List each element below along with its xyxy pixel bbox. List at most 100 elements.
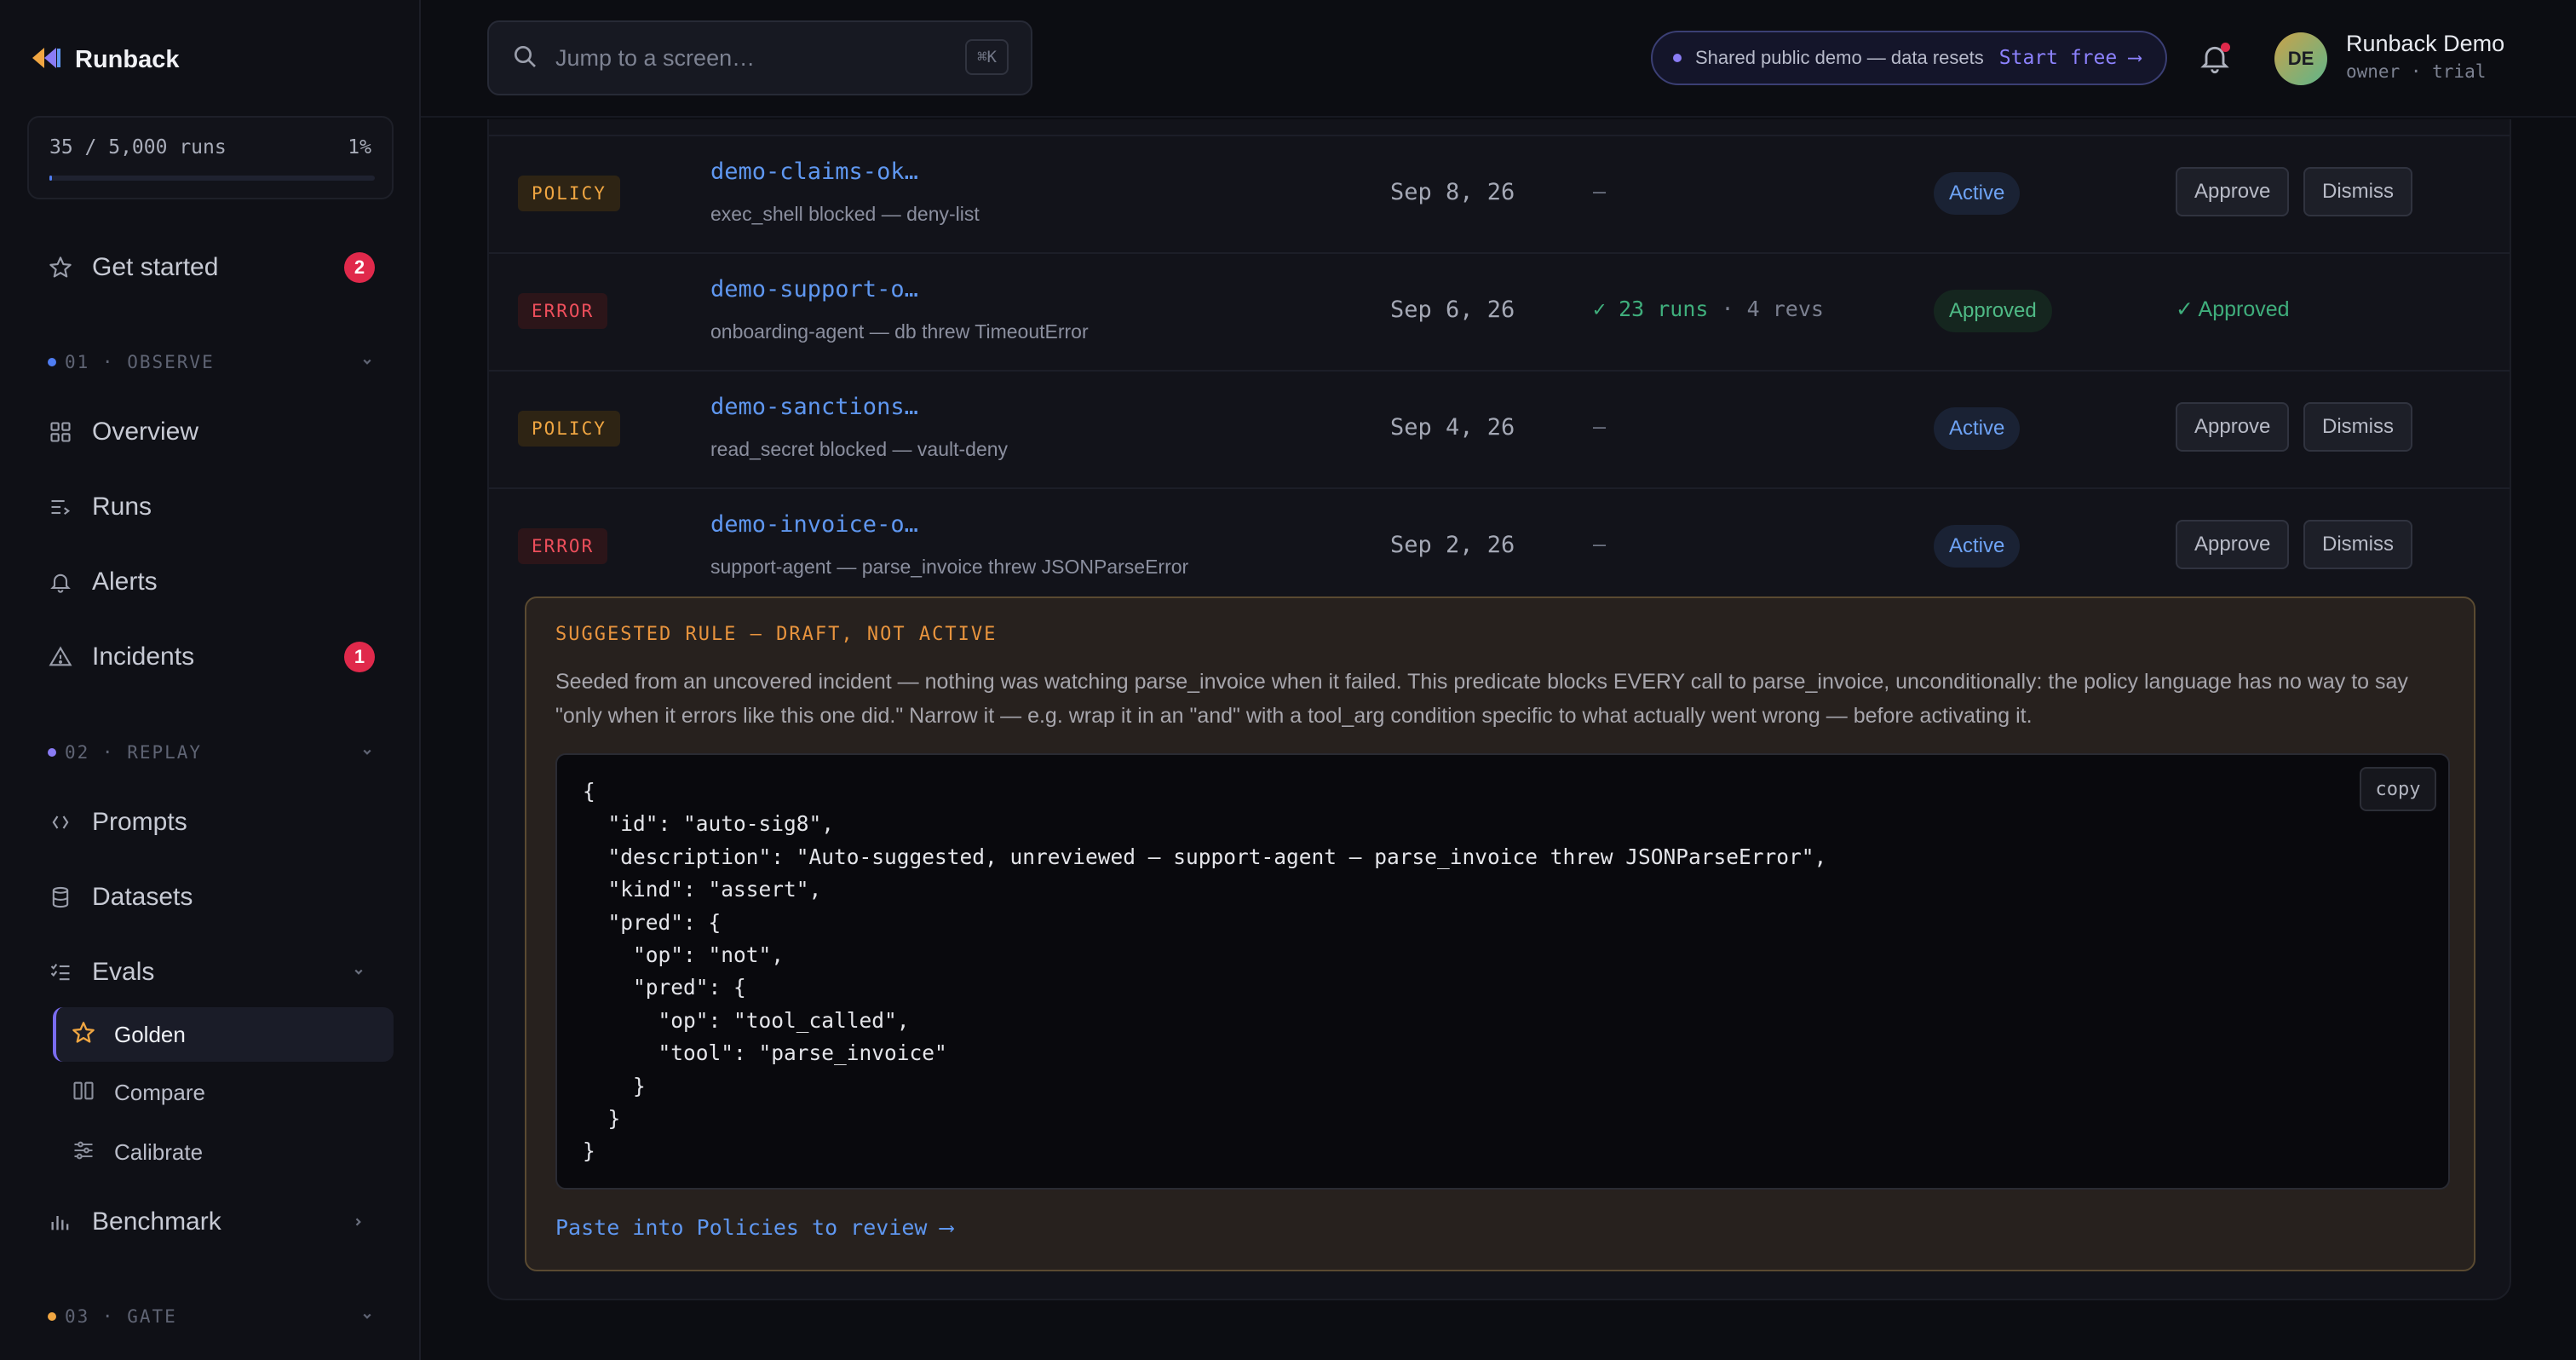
chevron-down-icon [354, 740, 380, 769]
sidebar-item-label: Get started [92, 253, 219, 281]
incident-link[interactable]: demo-claims-ok… [710, 158, 918, 185]
paste-into-policies-link[interactable]: Paste into Policies to review ⟶ [555, 1215, 953, 1240]
incident-date: Sep 6, 26 [1390, 297, 1515, 323]
sidebar-subitem-label: Golden [114, 1021, 186, 1047]
section-dot [48, 358, 56, 366]
sidebar-item-runs[interactable]: Runs [48, 481, 380, 533]
section-replay[interactable]: 02 · REPLAY [48, 740, 380, 765]
approve-button[interactable]: Approve [2176, 520, 2290, 569]
sidebar-subitem-label: Compare [114, 1079, 205, 1105]
approved-label: ✓ Approved [2176, 297, 2290, 321]
sidebar-item-label: Alerts [92, 568, 158, 596]
sidebar-subitem-calibrate[interactable]: Calibrate [53, 1125, 394, 1179]
warning-icon [48, 644, 73, 670]
chevron-down-icon [354, 349, 380, 379]
incident-summary: exec_shell blocked — deny-list [710, 203, 980, 225]
rule-code-block[interactable]: { "id": "auto-sig8", "description": "Aut… [555, 753, 2450, 1190]
usage-fill [49, 176, 52, 181]
type-tag: POLICY [518, 411, 620, 447]
section-dot [48, 1312, 56, 1321]
dismiss-button[interactable]: Dismiss [2303, 520, 2412, 569]
sliders-icon [72, 1138, 95, 1167]
notifications-button[interactable] [2198, 41, 2232, 75]
sidebar-subitem-compare[interactable]: Compare [53, 1065, 394, 1120]
approve-button[interactable]: Approve [2176, 167, 2290, 216]
incident-date: Sep 4, 26 [1390, 414, 1515, 441]
sidebar-item-evals[interactable]: Evals [48, 947, 380, 998]
search-shortcut: ⌘K [965, 39, 1009, 75]
section-observe[interactable]: 01 · OBSERVE [48, 349, 380, 375]
star-outline-icon [48, 255, 73, 280]
section-label: 03 · GATE [65, 1306, 177, 1327]
incident-link[interactable]: demo-invoice-o… [710, 511, 918, 538]
star-icon [72, 1021, 95, 1049]
code-brackets-icon [48, 810, 73, 835]
columns-icon [72, 1079, 95, 1107]
bar-chart-icon [48, 1209, 73, 1235]
dismiss-button[interactable]: Dismiss [2303, 402, 2412, 452]
search-input[interactable]: Jump to a screen… ⌘K [487, 20, 1032, 95]
revs-count: · 4 revs [1721, 297, 1824, 321]
sidebar-item-overview[interactable]: Overview [48, 406, 380, 458]
user-name[interactable]: Runback Demo [2346, 31, 2504, 57]
notification-dot [2221, 43, 2230, 52]
checklist-icon [48, 959, 73, 985]
sidebar-item-label: Overview [92, 418, 199, 446]
copy-button[interactable]: copy [2360, 767, 2436, 811]
usage-track [49, 176, 375, 181]
get-started-badge: 2 [344, 252, 375, 283]
brand-logo[interactable]: Runback [29, 41, 179, 78]
bell-icon [2198, 46, 2232, 78]
usage-text: 35 / 5,000 runs [49, 136, 227, 158]
rule-code: { "id": "auto-sig8", "description": "Aut… [583, 779, 1827, 1164]
avatar[interactable]: DE [2274, 32, 2327, 85]
runs-count: ✓ 23 runs [1593, 297, 1709, 321]
sidebar-item-incidents[interactable]: Incidents 1 [48, 631, 380, 683]
chevron-right-icon [346, 1209, 371, 1239]
usage-meter: 35 / 5,000 runs 1% [27, 116, 394, 199]
section-gate[interactable]: 03 · GATE [48, 1304, 380, 1329]
rewind-logo-icon [29, 45, 63, 75]
sidebar-item-get-started[interactable]: Get started 2 [48, 242, 380, 293]
incidents-badge: 1 [344, 642, 375, 672]
section-label: 02 · REPLAY [65, 742, 203, 763]
incident-stat: ✓ 23 runs · 4 revs [1593, 297, 1824, 321]
incident-summary: support-agent — parse_invoice threw JSON… [710, 556, 1189, 578]
sidebar-item-datasets[interactable]: Datasets [48, 872, 380, 923]
incidents-panel: POLICY demo-claims-ok… exec_shell blocke… [487, 119, 2511, 1300]
incident-link[interactable]: demo-sanctions… [710, 394, 918, 420]
incident-link[interactable]: demo-support-o… [710, 276, 918, 303]
approve-button[interactable]: Approve [2176, 402, 2290, 452]
table-row[interactable]: POLICY demo-sanctions… read_secret block… [489, 370, 2510, 487]
sidebar-item-label: Incidents [92, 643, 195, 671]
table-row[interactable]: ERROR demo-support-o… onboarding-agent —… [489, 252, 2510, 370]
status-badge: Active [1934, 172, 2021, 215]
user-role: owner · trial [2346, 61, 2487, 82]
table-row[interactable]: ERROR demo-invoice-o… support-agent — pa… [489, 487, 2510, 605]
brand-name: Runback [75, 45, 180, 73]
rule-description: Seeded from an uncovered incident — noth… [555, 670, 2408, 728]
suggested-rule-card: SUGGESTED RULE — DRAFT, NOT ACTIVE Seede… [525, 596, 2475, 1271]
type-tag: ERROR [518, 528, 608, 564]
incident-summary: read_secret blocked — vault-deny [710, 438, 1009, 460]
table-row[interactable]: POLICY demo-claims-ok… exec_shell blocke… [489, 135, 2510, 252]
search-placeholder: Jump to a screen… [555, 44, 756, 71]
sidebar-item-alerts[interactable]: Alerts [48, 556, 380, 608]
dismiss-button[interactable]: Dismiss [2303, 167, 2412, 216]
top-bar: Jump to a screen… ⌘K Shared public demo … [421, 0, 2576, 118]
section-dot [48, 748, 56, 757]
start-free-link[interactable]: Start free ⟶ [1999, 47, 2141, 69]
type-tag: ERROR [518, 293, 608, 329]
sidebar-item-benchmark[interactable]: Benchmark [48, 1196, 380, 1248]
incident-stat: — [1593, 532, 1607, 556]
status-badge: Active [1934, 407, 2021, 450]
incident-stat: — [1593, 414, 1607, 439]
sidebar-item-label: Runs [92, 493, 152, 521]
demo-banner: Shared public demo — data resets Start f… [1651, 31, 2167, 85]
sidebar-item-prompts[interactable]: Prompts [48, 797, 380, 848]
bell-icon [48, 569, 73, 595]
chevron-down-icon [346, 959, 371, 989]
type-tag: POLICY [518, 176, 620, 211]
sidebar-subitem-golden[interactable]: Golden [53, 1007, 394, 1062]
search-icon [511, 43, 538, 74]
